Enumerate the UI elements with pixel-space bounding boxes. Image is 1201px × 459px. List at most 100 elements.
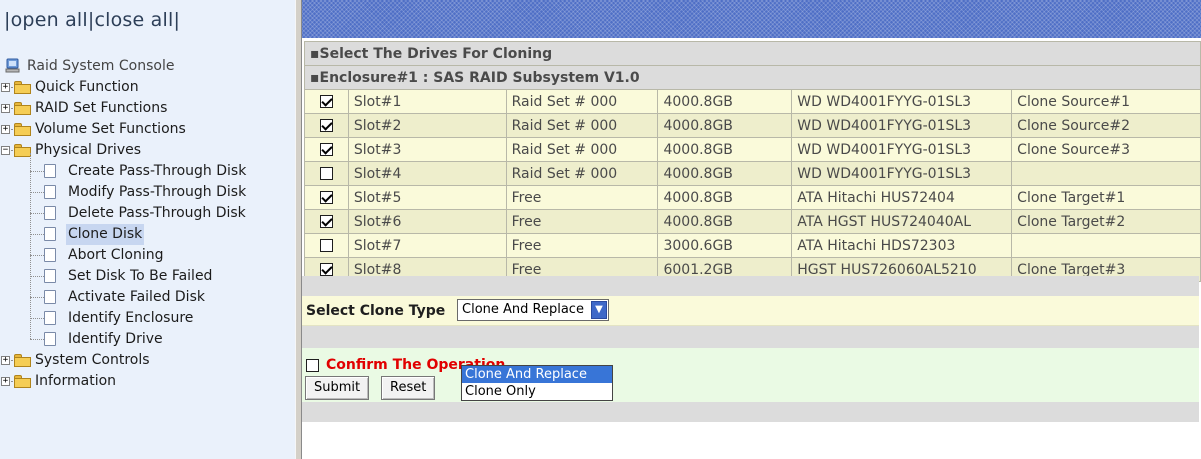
tree-item-physical-drives[interactable]: − Physical Drives [0,140,290,161]
tree-item-label: Quick Function [35,79,139,95]
drive-checkbox[interactable] [319,239,333,252]
drive-role-cell: Clone Target#1 [1011,185,1201,210]
tree-item-create-pass-through-disk[interactable]: Create Pass-Through Disk [0,161,290,182]
drive-capacity-cell: 4000.8GB [657,209,793,234]
spacer-band [302,326,1199,348]
drive-checkbox[interactable] [319,143,333,156]
page-icon [44,269,56,283]
drive-model-cell: WD WD4001FYYG-01SL3 [791,161,1013,186]
drive-model-cell: ATA HGST HUS724040AL [791,209,1013,234]
drive-checkbox[interactable] [319,167,333,180]
tree-item-system-controls[interactable]: + System Controls [0,350,290,371]
drive-role-cell: Clone Target#2 [1011,209,1201,234]
tree-item-activate-failed-disk[interactable]: Activate Failed Disk [0,287,290,308]
tree-connector [30,234,44,235]
expand-icon[interactable]: + [1,83,10,92]
drive-slot-cell: Slot#5 [347,185,507,210]
tree-item-identify-drive[interactable]: Identify Drive [0,329,290,350]
tree-item-information[interactable]: + Information [0,371,290,392]
reset-button[interactable]: Reset [381,376,436,400]
tree-item-label: Identify Drive [68,331,163,347]
tree-item-label: Activate Failed Disk [68,289,205,305]
drive-checkbox[interactable] [319,119,333,132]
tree-item-identify-enclosure[interactable]: Identify Enclosure [0,308,290,329]
folder-icon [14,102,32,115]
folder-icon [14,123,32,136]
tree-item-modify-pass-through-disk[interactable]: Modify Pass-Through Disk [0,182,290,203]
drive-role-cell: Clone Source#3 [1011,137,1201,162]
tree-item-label: Clone Disk [66,224,145,245]
page-icon [44,206,56,220]
drive-capacity-cell: 4000.8GB [657,161,793,186]
expand-icon[interactable]: + [1,356,10,365]
drive-checkbox[interactable] [319,95,333,108]
page-icon [44,248,56,262]
drive-row[interactable]: Slot#4 Raid Set # 000 4000.8GB WD WD4001FYY… [304,161,1201,186]
drive-model-cell: WD WD4001FYYG-01SL3 [791,113,1013,138]
drive-checkbox[interactable] [319,215,333,228]
tree-item-raid-set-functions[interactable]: + RAID Set Functions [0,98,290,119]
tree-item-clone-disk[interactable]: Clone Disk [0,224,290,245]
tree-item-label: Modify Pass-Through Disk [68,184,247,200]
clone-disk-panel: ▪Select The Drives For Cloning ▪Enclosur… [304,41,1201,282]
drive-row[interactable]: Slot#3 Raid Set # 000 4000.8GB WD WD4001FYY… [304,137,1201,162]
expand-icon[interactable]: + [1,125,10,134]
drive-row[interactable]: Slot#7 Free 3000.6GB ATA Hitachi HDS72303 [304,233,1201,258]
chevron-down-icon[interactable]: ▼ [591,301,607,319]
drive-row[interactable]: Slot#6 Free 4000.8GB ATA HGST HUS724040AL Cl… [304,209,1201,234]
tree-item-label: Volume Set Functions [35,121,186,137]
clone-type-label: Select Clone Type [306,303,446,319]
folder-icon [14,375,32,388]
computer-icon [5,58,21,74]
drive-role-cell [1011,161,1201,186]
page-icon [44,290,56,304]
confirm-checkbox[interactable] [306,359,319,372]
drive-checkbox[interactable] [319,191,333,204]
tree-connector [30,297,44,298]
tree-item-delete-pass-through-disk[interactable]: Delete Pass-Through Disk [0,203,290,224]
clone-type-option[interactable]: Clone And Replace [462,366,612,383]
drive-role-cell: Clone Source#2 [1011,113,1201,138]
open-all-link[interactable]: open all [11,9,88,31]
content-frame: ▪Select The Drives For Cloning ▪Enclosur… [302,0,1201,459]
drive-capacity-cell: 3000.6GB [657,233,793,258]
drive-checkbox[interactable] [319,263,333,276]
clone-type-selected-value: Clone And Replace [462,302,584,317]
tree-connector [30,255,44,256]
frame-divider[interactable] [295,0,302,459]
clone-type-option[interactable]: Clone Only [462,383,612,400]
tree-connector [30,318,44,319]
drive-role-cell: Clone Source#1 [1011,89,1201,114]
folder-icon [14,354,32,367]
enclosure-header-row: ▪Enclosure#1 : SAS RAID Subsystem V1.0 [304,65,1201,90]
tree-root[interactable]: Raid System Console [5,56,285,77]
drive-slot-cell: Slot#2 [347,113,507,138]
drive-raid-cell: Raid Set # 000 [505,113,659,138]
tree-item-quick-function[interactable]: + Quick Function [0,77,290,98]
expand-icon[interactable]: + [1,377,10,386]
submit-button[interactable]: Submit [305,376,370,400]
drive-row[interactable]: Slot#5 Free 4000.8GB ATA Hitachi HUS72404 Cl… [304,185,1201,210]
expand-icon[interactable]: + [1,104,10,113]
drive-raid-cell: Raid Set # 000 [505,89,659,114]
tree-item-volume-set-functions[interactable]: + Volume Set Functions [0,119,290,140]
clone-type-select[interactable]: Clone And Replace ▼ [457,299,609,321]
open-close-links: |open all|close all| [4,9,181,31]
drive-capacity-cell: 4000.8GB [657,113,793,138]
tree-item-set-disk-to-be-failed[interactable]: Set Disk To Be Failed [0,266,290,287]
close-all-link[interactable]: close all [94,9,173,31]
drive-row[interactable]: Slot#2 Raid Set # 000 4000.8GB WD WD4001FYY… [304,113,1201,138]
collapse-icon[interactable]: − [1,146,10,155]
drive-role-cell [1011,233,1201,258]
tree-item-abort-cloning[interactable]: Abort Cloning [0,245,290,266]
drive-slot-cell: Slot#3 [347,137,507,162]
spacer-band [302,276,1199,296]
drive-row[interactable]: Slot#1 Raid Set # 000 4000.8GB WD WD4001FYY… [304,89,1201,114]
drive-capacity-cell: 4000.8GB [657,185,793,210]
tree-root-label: Raid System Console [27,58,175,74]
drive-capacity-cell: 4000.8GB [657,89,793,114]
drive-model-cell: WD WD4001FYYG-01SL3 [791,89,1013,114]
clone-type-row: Select Clone Type Clone And Replace ▼ [302,296,1199,326]
page-icon [44,311,56,325]
drive-model-cell: ATA Hitachi HUS72404 [791,185,1013,210]
